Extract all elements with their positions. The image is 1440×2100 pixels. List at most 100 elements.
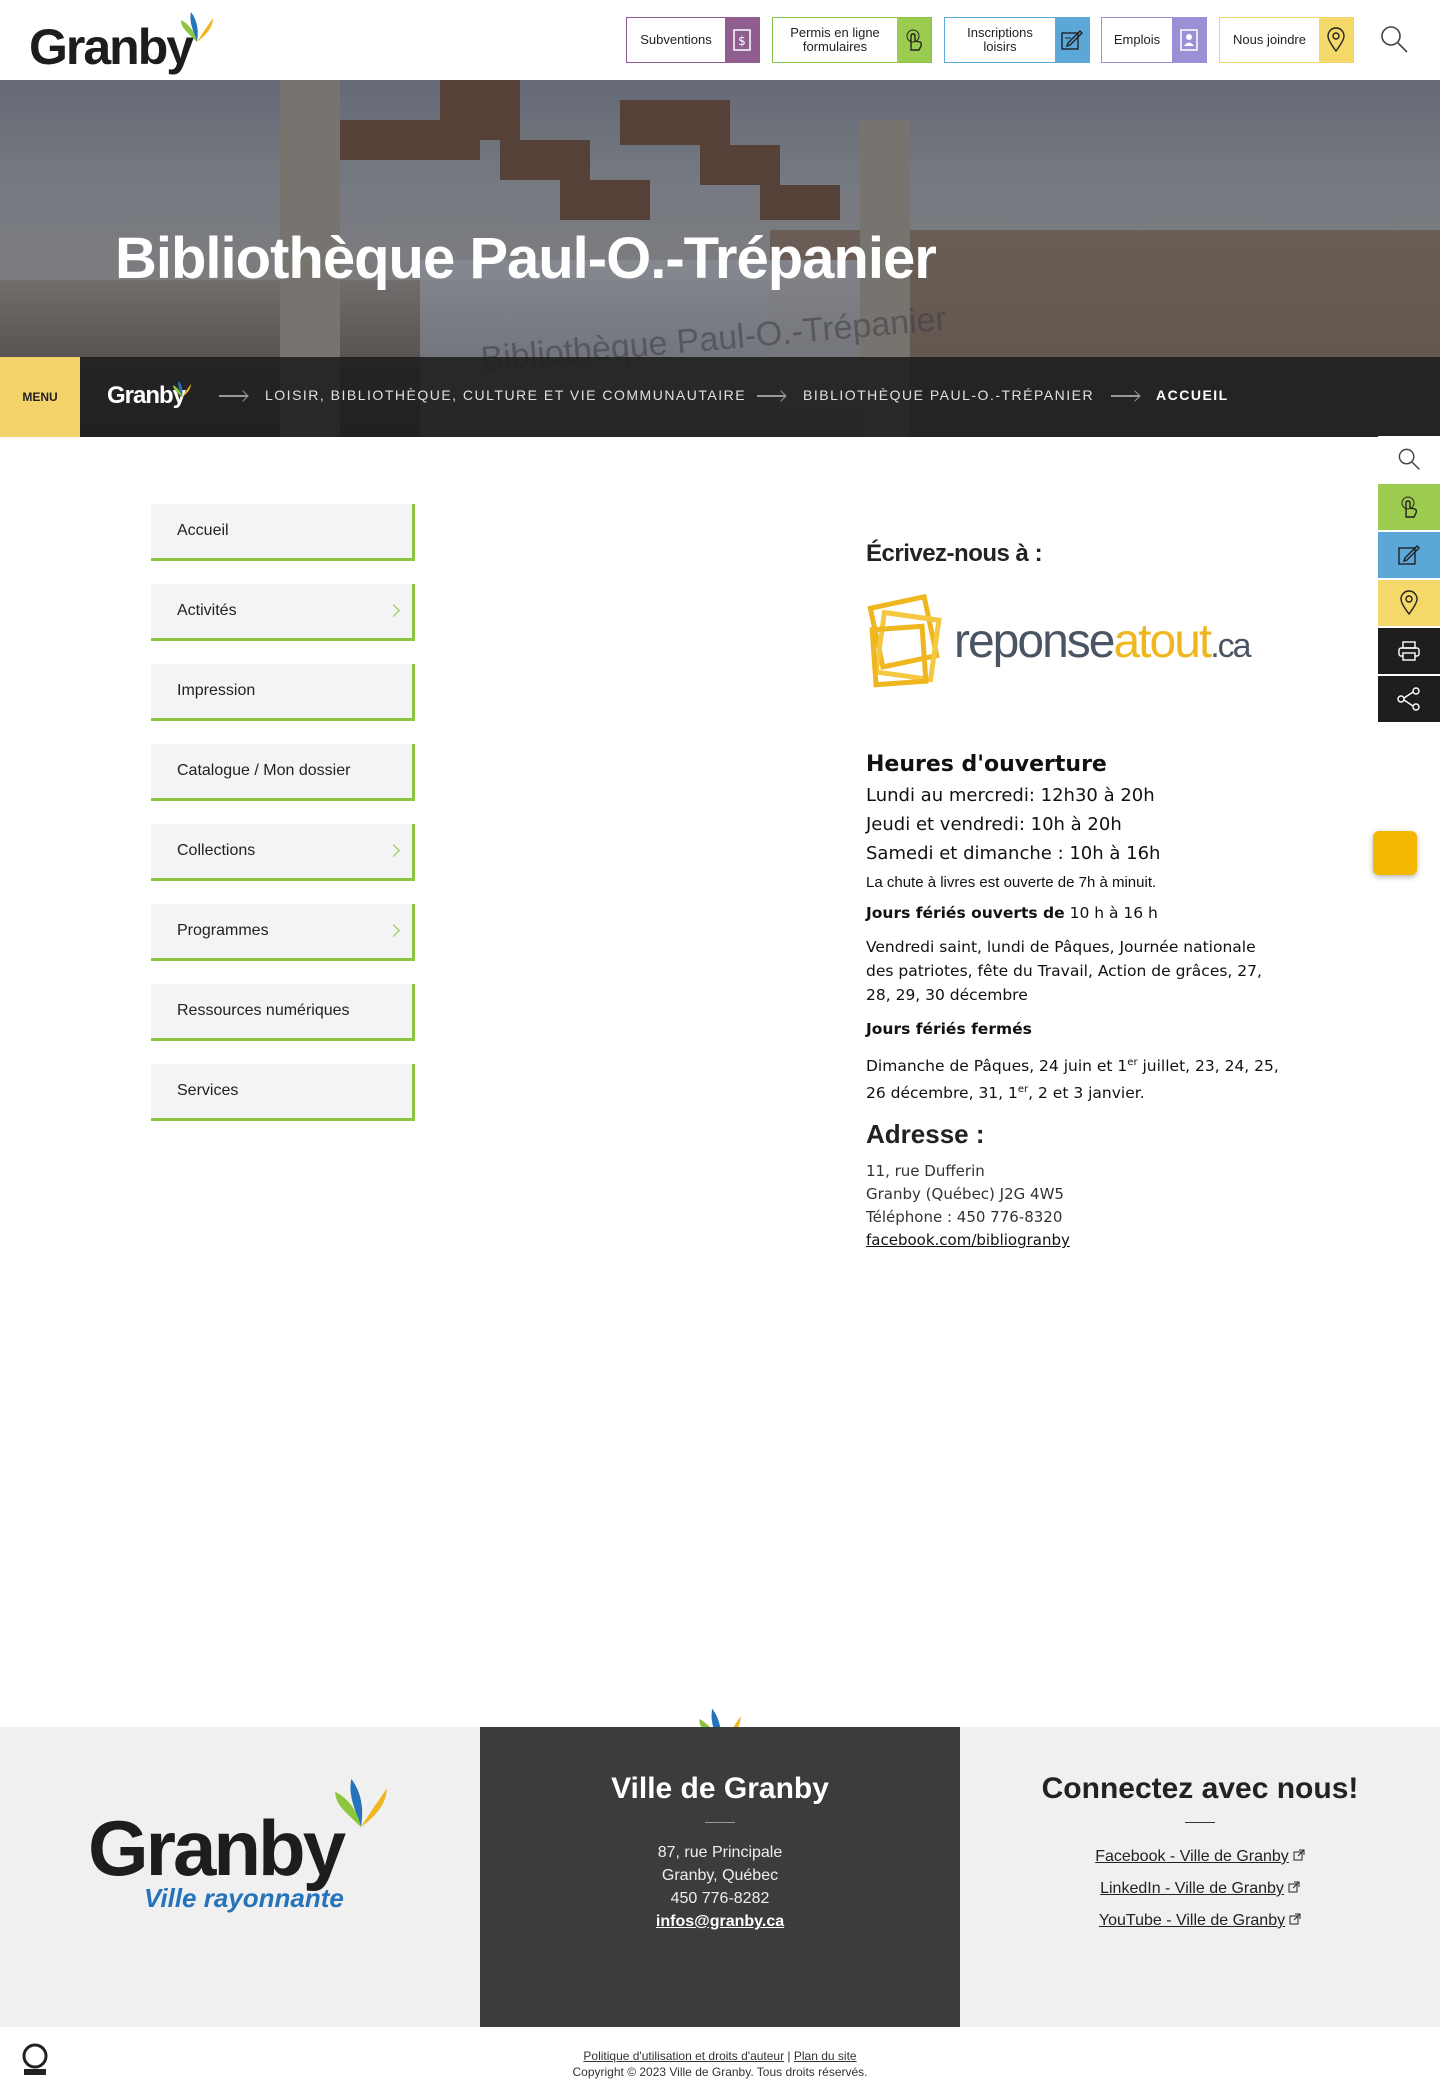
hours-line: Lundi au mercredi: 12h30 à 20h	[866, 785, 1155, 806]
social-link-label: YouTube - Ville de Granby	[1098, 1912, 1286, 1929]
toolbar-share-button[interactable]	[1378, 676, 1440, 722]
address-line: Granby (Québec) J2G 4W5	[866, 1185, 1064, 1204]
sidenav-item-collections[interactable]: Collections	[151, 824, 415, 881]
chevron-right-icon[interactable]	[387, 604, 400, 617]
address-line: Téléphone : 450 776-8320	[866, 1208, 1063, 1227]
chat-button[interactable]	[1373, 831, 1417, 875]
hours-heading: Heures d'ouverture	[866, 752, 1107, 777]
divider	[1185, 1822, 1215, 1823]
reponseatout-part1: reponse	[954, 615, 1115, 668]
address-heading: Adresse :	[866, 1119, 985, 1150]
reponseatout-part3: .ca	[1210, 627, 1251, 665]
holidays-open-line: Jours fériés ouverts de 10 h à 16 h	[866, 901, 1286, 925]
quick-link-emplois[interactable]: Emplois	[1101, 17, 1207, 63]
hours-line: Samedi et dimanche : 10h à 16h	[866, 843, 1161, 864]
toolbar-inscriptions-button[interactable]	[1378, 532, 1440, 578]
toolbar-location-button[interactable]	[1378, 580, 1440, 626]
toolbar-print-button[interactable]	[1378, 628, 1440, 674]
terms-link[interactable]: Politique d'utilisation et droits d'aute…	[583, 2049, 784, 2063]
print-icon	[1398, 641, 1420, 661]
holidays-closed-sup: er	[1127, 1057, 1138, 1068]
holidays-closed-text: Dimanche de Pâques, 24 juin et 1	[866, 1057, 1128, 1076]
quick-link-permis[interactable]: Permis en ligne formulaires	[772, 17, 932, 63]
breadcrumb-arrow-icon	[219, 395, 247, 397]
edit-form-icon	[1055, 18, 1089, 62]
holidays-closed-text: , 2 et 3 janvier.	[1028, 1084, 1145, 1103]
external-link-icon	[1293, 1849, 1305, 1861]
location-pin-icon	[1400, 590, 1418, 616]
sidenav-item-label: Collections	[177, 842, 256, 859]
svg-text:$: $	[738, 34, 746, 48]
holidays-closed-label: Jours fériés fermés	[866, 1017, 1286, 1041]
quick-link-nous-joindre[interactable]: Nous joindre	[1219, 17, 1354, 63]
sidenav-item-accueil[interactable]: Accueil	[151, 504, 415, 561]
sidenav-item-label: Ressources numériques	[177, 1002, 350, 1019]
social-link-label: LinkedIn - Ville de Granby	[1100, 1880, 1284, 1897]
id-card-icon	[1172, 18, 1206, 62]
chevron-right-icon[interactable]	[387, 924, 400, 937]
book-drop-note: La chute à livres est ouverte de 7h à mi…	[866, 874, 1157, 891]
edit-form-icon	[1398, 545, 1420, 565]
sidenav-item-label: Impression	[177, 682, 256, 699]
breadcrumb-item-bibliotheque[interactable]: BIBLIOTHÈQUE PAUL-O.-TRÉPANIER	[803, 387, 1094, 403]
facebook-social-link[interactable]: Facebook - Ville de Granby	[960, 1841, 1440, 1873]
footer-logo[interactable]: Granby Ville rayonnante	[88, 1775, 398, 1915]
quick-link-inscriptions[interactable]: Inscriptions loisirs	[944, 17, 1090, 63]
sidenav-item-label: Activités	[177, 602, 237, 619]
quick-link-label: Subventions	[640, 32, 712, 47]
accessibility-icon[interactable]	[20, 2043, 50, 2079]
share-icon	[1397, 687, 1420, 711]
toolbar-search-button[interactable]	[1378, 436, 1440, 482]
footer-social: Connectez avec nous! Facebook - Ville de…	[960, 1727, 1440, 1937]
breadcrumb-item-loisir[interactable]: LOISIR, BIBLIOTHÈQUE, CULTURE ET VIE COM…	[265, 387, 746, 403]
site-header: Granby Subventions $ Permis en ligne for…	[0, 0, 1440, 80]
quick-link-label: Nous joindre	[1233, 32, 1306, 47]
social-link-label: Facebook - Ville de Granby	[1095, 1848, 1289, 1865]
sidenav-item-catalogue[interactable]: Catalogue / Mon dossier	[151, 744, 415, 801]
footer-logo-text: Granby	[88, 1804, 346, 1892]
sidenav-item-services[interactable]: Services	[151, 1064, 415, 1121]
site-footer: Granby Ville rayonnante Ville de Granby …	[0, 1727, 1440, 2027]
pointer-click-icon	[897, 18, 931, 62]
search-icon[interactable]	[1379, 24, 1409, 54]
sitemap-link[interactable]: Plan du site	[794, 2049, 857, 2063]
youtube-social-link[interactable]: YouTube - Ville de Granby	[960, 1905, 1440, 1937]
quick-link-label: Emplois	[1113, 32, 1161, 47]
external-link-icon	[1289, 1913, 1301, 1925]
holidays-open-hours: 10 h à 16 h	[1064, 904, 1158, 922]
quick-link-subventions[interactable]: Subventions $	[626, 17, 760, 63]
hours-line: Jeudi et vendredi: 10h à 20h	[866, 814, 1122, 835]
sidenav-item-activites[interactable]: Activités	[151, 584, 415, 641]
linkedin-social-link[interactable]: LinkedIn - Ville de Granby	[960, 1873, 1440, 1905]
chevron-right-icon[interactable]	[387, 844, 400, 857]
footer-address-line: Granby, Québec	[661, 1867, 779, 1884]
dollar-doc-icon: $	[725, 18, 759, 62]
reponseatout-wordmark: reponseatout.ca	[954, 614, 1252, 669]
sidenav-item-label: Services	[177, 1082, 239, 1099]
footer-logo-tagline: Ville rayonnante	[144, 1883, 344, 1913]
sidenav-item-impression[interactable]: Impression	[151, 664, 415, 721]
toolbar-permis-button[interactable]	[1378, 484, 1440, 530]
side-navigation: Accueil Activités Impression Catalogue /…	[151, 504, 415, 1144]
quick-link-label: Permis en ligne formulaires	[790, 25, 880, 54]
sidenav-item-ressources[interactable]: Ressources numériques	[151, 984, 415, 1041]
holidays-open-list: Vendredi saint, lundi de Pâques, Journée…	[866, 938, 1262, 1004]
reponseatout-part2: atout	[1113, 615, 1212, 668]
location-pin-icon	[1319, 18, 1353, 62]
footer-address-line: 450 776-8282	[670, 1890, 770, 1907]
sidenav-item-programmes[interactable]: Programmes	[151, 904, 415, 961]
divider	[705, 1822, 735, 1823]
reponseatout-logo[interactable]: reponseatout.ca	[866, 584, 1252, 696]
granby-logo[interactable]: Granby	[29, 10, 214, 75]
legal-separator: |	[784, 2049, 794, 2063]
footer-city-title: Ville de Granby	[611, 1772, 829, 1805]
footer-social-title: Connectez avec nous!	[1041, 1772, 1359, 1805]
main-content: Écrivez-nous à : reponseatout.ca Heures …	[866, 540, 1286, 1252]
legal-links: Politique d'utilisation et droits d'aute…	[0, 2049, 1440, 2063]
facebook-link[interactable]: facebook.com/bibliogranby	[866, 1231, 1070, 1249]
external-link-icon	[1288, 1881, 1300, 1893]
footer-email-line: infos@granby.ca	[480, 1910, 960, 1933]
menu-button[interactable]: MENU	[0, 357, 80, 437]
footer-address-line: 87, rue Principale	[657, 1844, 783, 1861]
footer-email-link[interactable]: infos@granby.ca	[656, 1913, 784, 1930]
